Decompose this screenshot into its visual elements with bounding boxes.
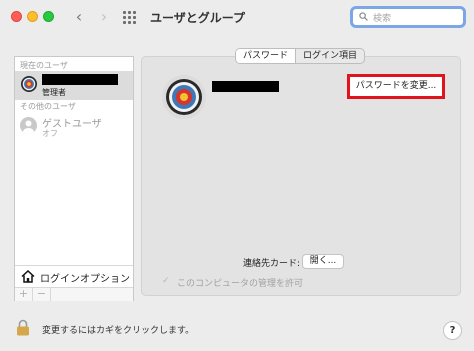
user-picture-target-icon[interactable] [162,75,206,119]
user-role: 管理者 [42,88,66,97]
guest-user-row[interactable]: ゲストユーザ オフ [15,113,133,139]
users-groups-window: ‹ › ユーザとグループ 検索 現在のユーザ 管理者 その他のユーザ ゲストユー… [0,0,474,351]
add-remove-bar: + − [15,287,133,301]
show-all-grid-icon[interactable] [123,11,136,24]
current-user-row[interactable]: 管理者 [15,71,133,100]
change-password-button[interactable]: パスワードを変更... [353,79,439,94]
title-bar: ‹ › ユーザとグループ 検索 [0,0,474,36]
house-icon [21,270,35,283]
admin-checkbox-label: このコンピュータの管理を許可 [177,279,304,289]
user-list-sidebar: 現在のユーザ 管理者 その他のユーザ ゲストユーザ オフ ログインオプション +… [14,56,134,301]
search-placeholder: 検索 [373,14,392,24]
login-options-label: ログインオプション [40,274,130,285]
redacted-user-name [42,74,118,85]
search-field[interactable]: 検索 [350,6,466,28]
back-icon[interactable]: ‹ [71,7,87,27]
other-users-heading: その他のユーザ [20,102,76,111]
redacted-full-name [212,81,279,92]
current-users-heading: 現在のユーザ [20,61,68,70]
target-avatar-icon [21,76,37,92]
login-options-item[interactable]: ログインオプション [15,265,133,287]
guest-user-status: オフ [42,129,58,138]
admin-checkbox[interactable]: ✓ [162,276,172,286]
lock-hint-text: 変更するにはカギをクリックします。 [42,326,195,336]
help-button[interactable]: ? [443,321,462,340]
lock-icon[interactable] [16,319,30,336]
forward-icon[interactable]: › [96,7,112,27]
add-user-button[interactable]: + [15,288,33,301]
zoom-window-button[interactable] [43,11,54,22]
change-password-highlight: パスワードを変更... [347,74,445,99]
window-title: ユーザとグループ [150,11,246,25]
tab-login-items[interactable]: ログイン項目 [295,49,364,63]
search-icon [359,12,368,21]
tab-password[interactable]: パスワード [236,49,296,63]
detail-tabs: パスワード ログイン項目 [235,48,366,64]
minimize-window-button[interactable] [27,11,38,22]
open-contact-button[interactable]: 開く... [302,254,344,269]
guest-avatar-icon [20,117,37,134]
remove-user-button[interactable]: − [33,288,51,301]
contact-card-label: 連絡先カード: [243,259,301,269]
close-window-button[interactable] [11,11,22,22]
